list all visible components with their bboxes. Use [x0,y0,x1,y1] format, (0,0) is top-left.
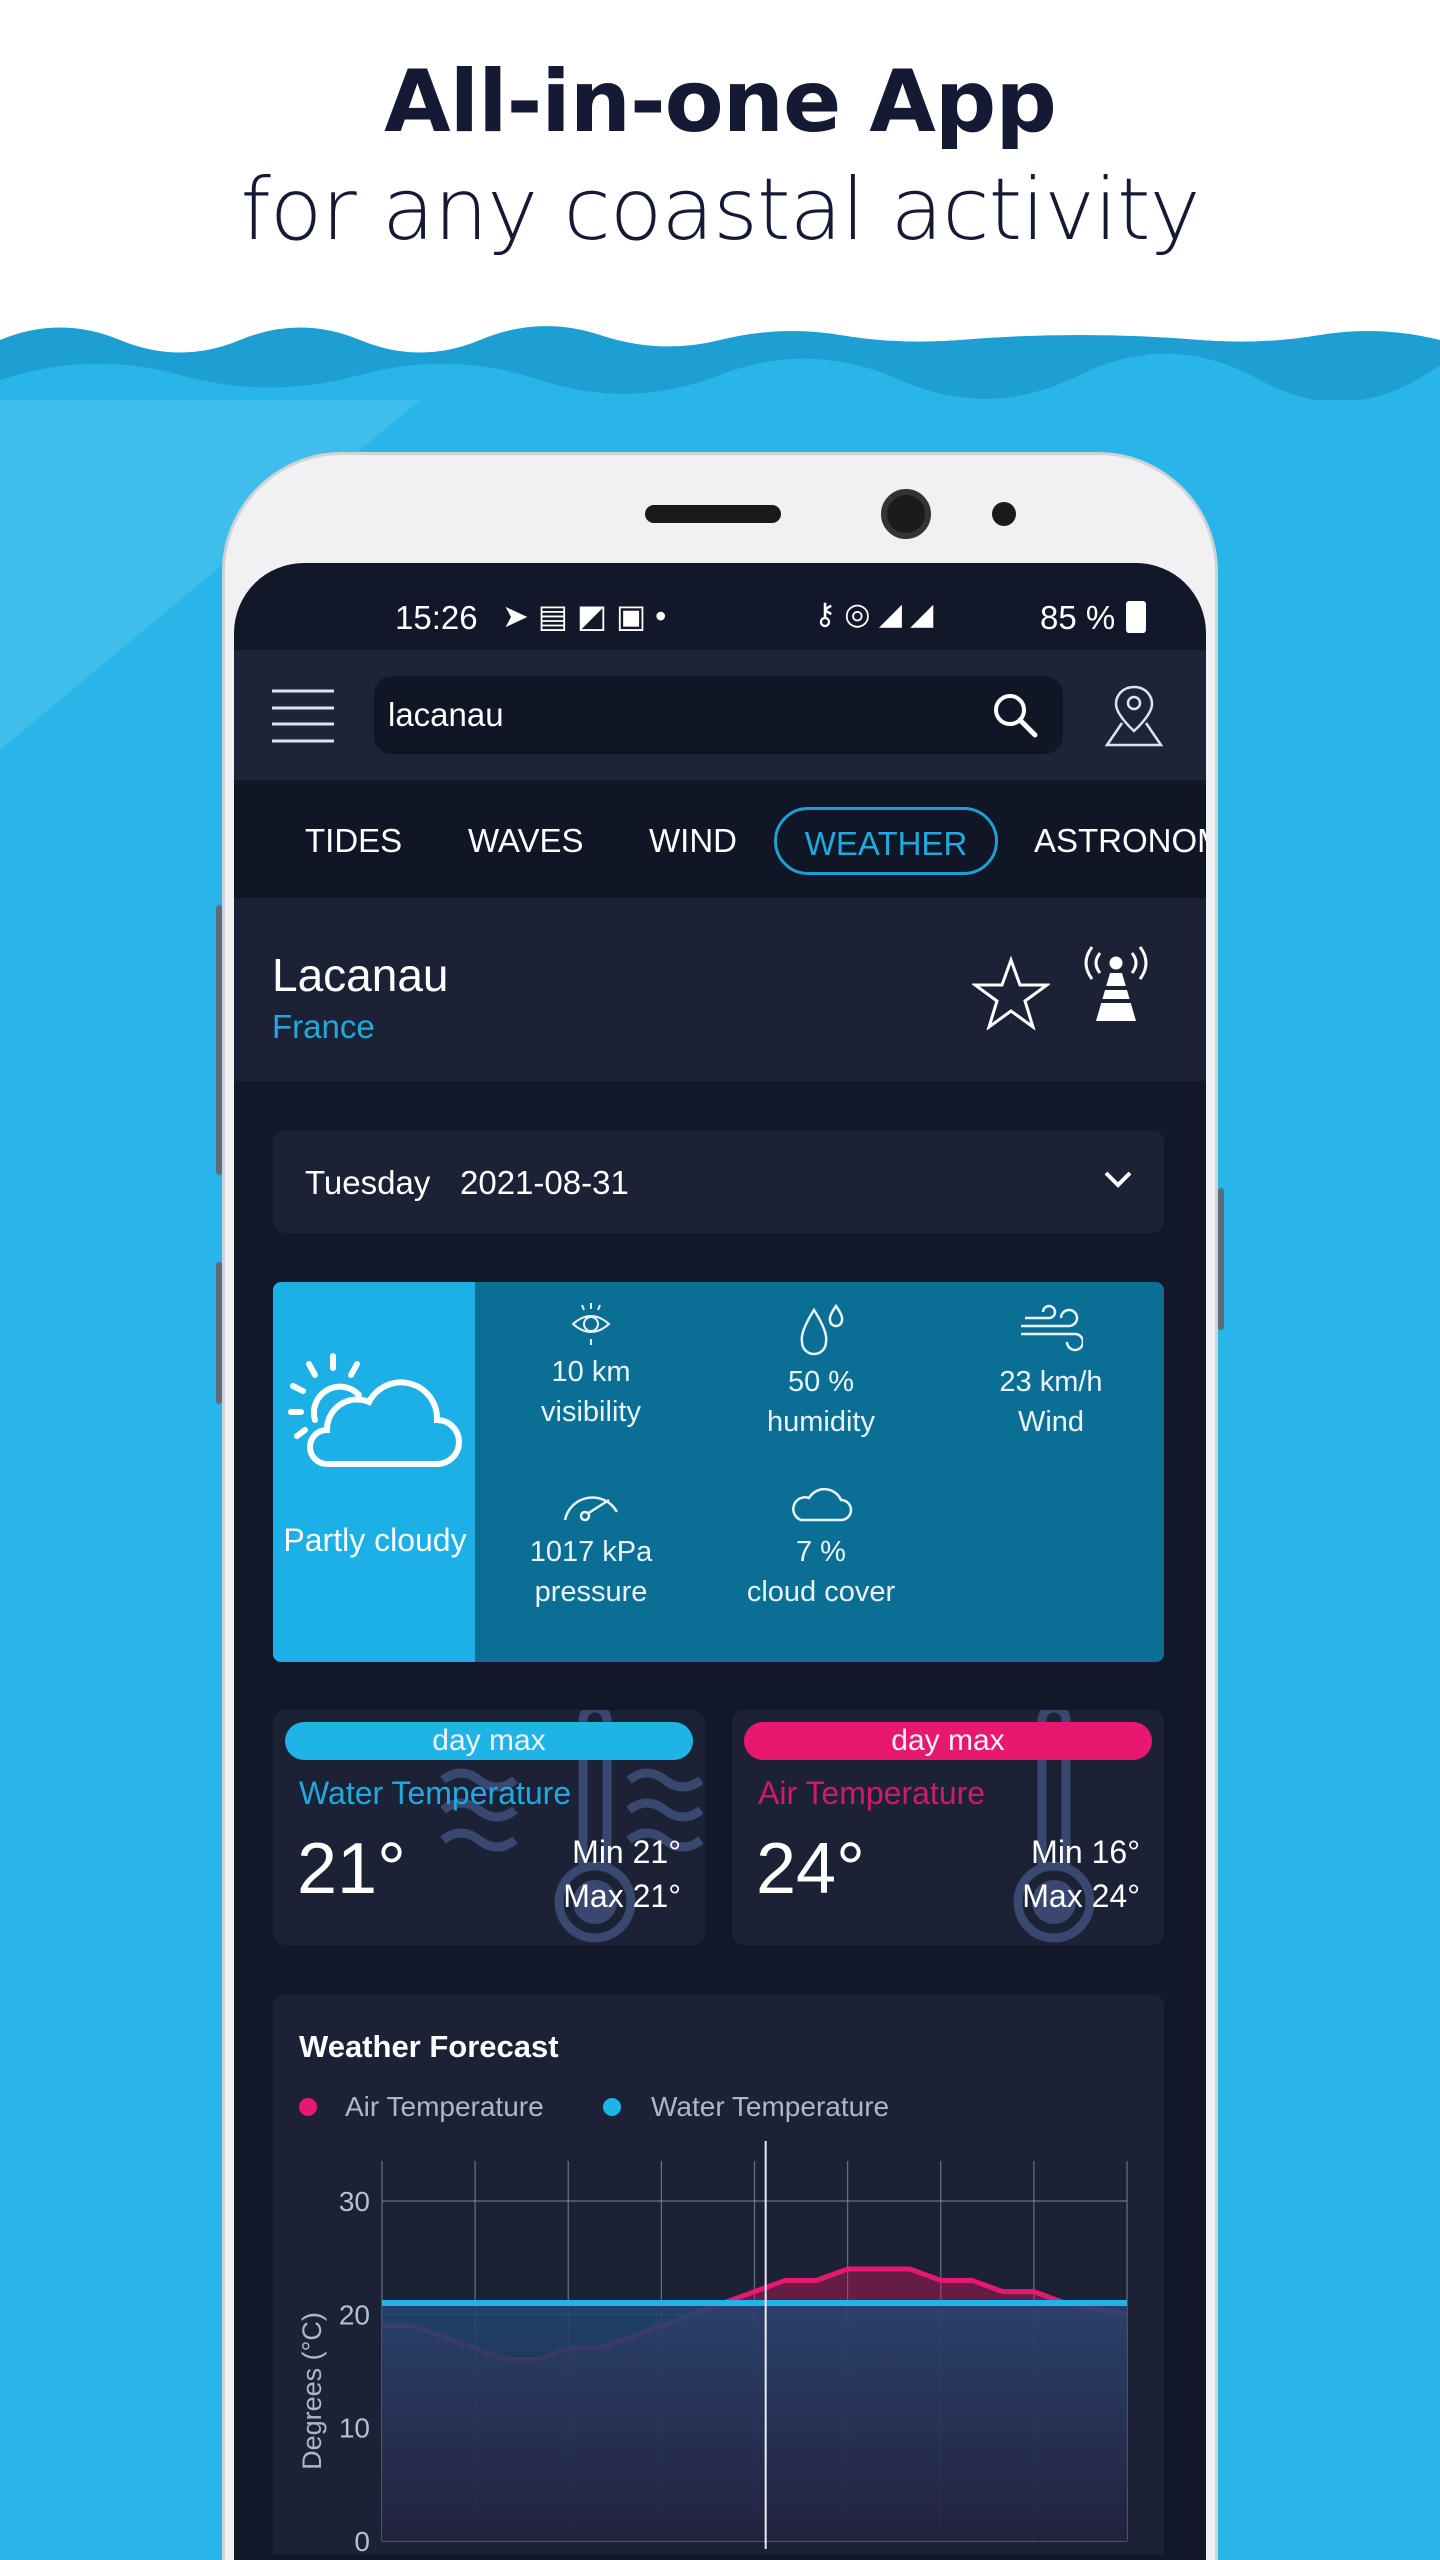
condition-panel: Partly cloudy [273,1282,475,1662]
volume-button [216,905,222,1175]
stat-label: humidity [767,1406,875,1438]
station-antenna-icon[interactable] [1080,943,1152,1023]
condition-label: Partly cloudy [283,1522,467,1558]
stat-humidity: 50 % humidity [706,1302,936,1442]
status-time: 15:26 [395,599,478,636]
search-input[interactable]: lacanau [374,676,1063,754]
date-value: 2021-08-31 [460,1164,629,1201]
water-temp-min: Min 21° [572,1834,681,1870]
stat-label: pressure [534,1576,648,1608]
tab-tides[interactable]: TIDES [305,822,402,860]
cloud-icon [792,1487,853,1522]
stat-label: Wind [1017,1406,1085,1438]
water-temp-value: 21° [297,1829,406,1909]
search-icon[interactable] [992,692,1038,738]
wind-icon [1021,1304,1083,1352]
system-icons: ⚷ ◎ ◢ ◢ [814,598,934,631]
air-temp-title: Air Temperature [758,1775,986,1811]
drops-icon [800,1303,844,1356]
air-temperature-card: day max Air Temperature 24° Min 16° Max 2… [732,1710,1164,1945]
sensor-dot [992,502,1016,526]
tab-weather[interactable]: WEATHER [774,807,998,875]
battery-text: 85 % [1040,599,1116,636]
favorite-star-icon[interactable] [972,956,1050,1030]
y-tick-label: 0 [354,2526,370,2554]
search-value: lacanau [388,696,504,733]
front-camera [881,489,931,539]
battery-icon [1126,601,1146,633]
water-temp-title: Water Temperature [299,1775,572,1811]
tab-waves[interactable]: WAVES [468,822,584,860]
date-dropdown[interactable]: Tuesday 2021-08-31 [273,1130,1164,1233]
tab-weather-label: WEATHER [804,825,968,862]
water-temperature-area [382,2303,1127,2541]
date-day: Tuesday [305,1164,431,1201]
bixby-button [216,1262,222,1404]
water-temperature-card: day max Water Temperature 21° Min 21° Max… [273,1710,705,1945]
location-header: Lacanau France [234,898,1206,1081]
speaker-grille [645,505,781,523]
app-screen: 15:26 ➤ ▤ ◩ ▣ • ⚷ ◎ ◢ ◢ 85 % lacanau TID… [234,563,1206,2560]
air-temp-value: 24° [756,1829,865,1909]
map-pin-icon[interactable] [1104,683,1164,747]
location-name: Lacanau [272,949,449,1001]
y-tick-label: 10 [339,2413,370,2444]
stat-visibility: 10 km visibility [476,1302,706,1432]
day-max-badge: day max [744,1722,1152,1760]
day-max-badge: day max [285,1722,693,1760]
y-tick-label: 20 [339,2299,370,2330]
forecast-chart[interactable]: 0 10 20 30 Degrees (°C) [273,1994,1164,2554]
gauge-icon [563,1496,619,1522]
stat-value: 10 km [551,1356,631,1388]
status-bar: 15:26 ➤ ▤ ◩ ▣ • ⚷ ◎ ◢ ◢ 85 % [234,593,1206,649]
promo-headline: All-in-one App [384,52,1057,152]
forecast-card: Weather Forecast Air Temperature Water T… [273,1994,1164,2554]
chevron-down-icon [1104,1171,1132,1188]
partly-cloudy-icon [288,1353,462,1467]
tab-bar: TIDES WAVES WIND WEATHER ASTRONOMY [234,784,1206,898]
stat-wind: 23 km/h Wind [936,1302,1164,1442]
weather-summary-card: Partly cloudy 10 km visibility 50 % humidi… [273,1282,1164,1662]
stat-value: 1017 kPa [529,1536,653,1568]
water-temp-minmax: Min 21° Max 21° [563,1830,681,1918]
promo-subheadline: for any coastal activity [240,160,1200,260]
location-country: France [272,1008,375,1045]
power-button [1218,1188,1224,1330]
tab-astronomy[interactable]: ASTRONOMY [1034,822,1206,860]
y-tick-label: 30 [339,2186,370,2217]
stat-label: cloud cover [746,1576,896,1608]
stat-pressure: 1017 kPa pressure [476,1482,706,1612]
notification-icons: ➤ ▤ ◩ ▣ • [502,598,667,634]
air-temp-max: Max 24° [1022,1878,1140,1914]
stat-value: 50 % [787,1366,855,1398]
tab-wind[interactable]: WIND [649,822,737,860]
stat-value: 23 km/h [999,1366,1103,1398]
water-temp-max: Max 21° [563,1878,681,1914]
hamburger-icon[interactable] [272,688,334,744]
stat-value: 7 % [796,1536,846,1568]
y-axis-label: Degrees (°C) [297,2312,327,2470]
air-temp-minmax: Min 16° Max 24° [1022,1830,1140,1918]
stat-cloud-cover: 7 % cloud cover [706,1482,936,1612]
stat-label: visibility [541,1396,641,1428]
air-temp-min: Min 16° [1031,1834,1140,1870]
eye-icon [571,1303,611,1345]
